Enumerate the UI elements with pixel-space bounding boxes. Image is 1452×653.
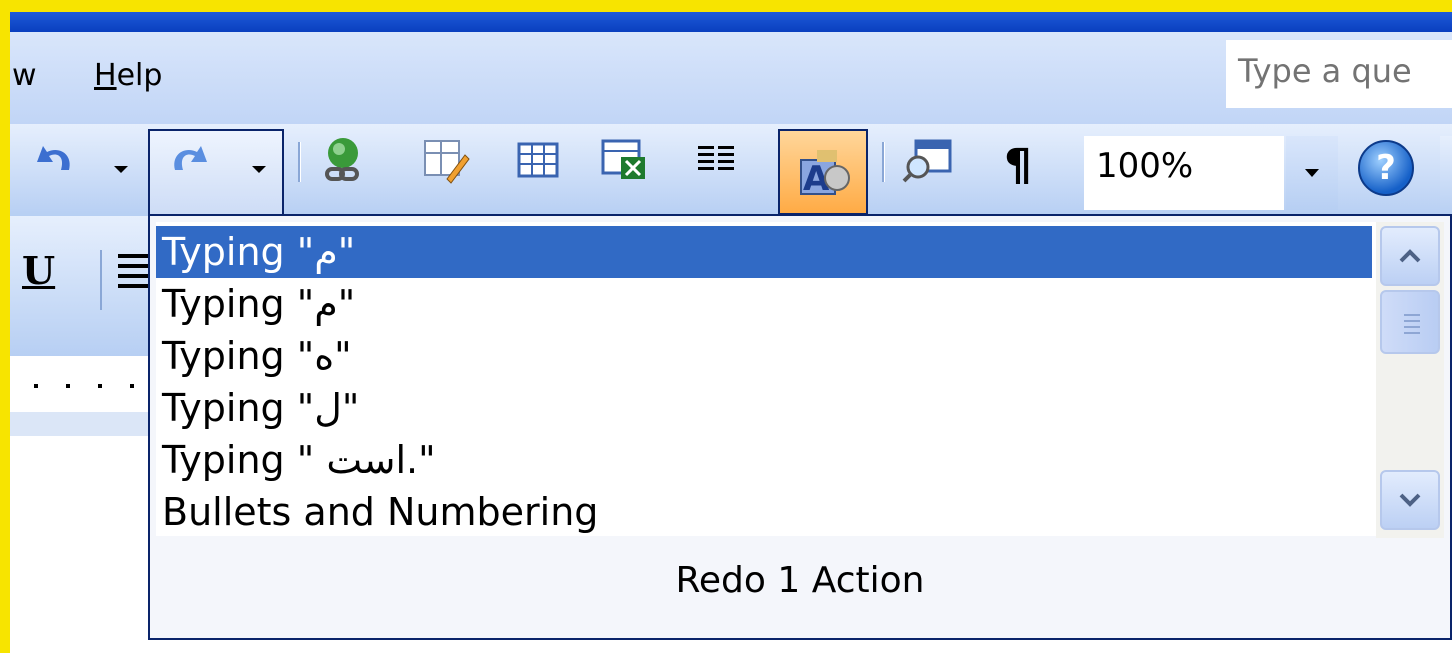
- list-scrollbar[interactable]: [1376, 222, 1444, 538]
- ruler-tick: [66, 384, 70, 388]
- insert-hyperlink-button[interactable]: [316, 132, 372, 188]
- ruler: [10, 356, 150, 412]
- undo-icon: [37, 146, 70, 170]
- zoom-field[interactable]: 100%: [1084, 136, 1284, 210]
- redo-dropdown-arrow[interactable]: [252, 166, 266, 173]
- scroll-down-button[interactable]: [1380, 470, 1440, 530]
- list-item[interactable]: Typing "ل": [156, 382, 1372, 434]
- window-frame-top: [0, 0, 1452, 12]
- document-map-icon: [902, 139, 952, 183]
- document-map-button[interactable]: [900, 132, 956, 188]
- excel-icon: [601, 139, 645, 179]
- title-bar: [10, 12, 1452, 32]
- redo-count-label: Redo 1 Action: [675, 560, 925, 601]
- menu-help[interactable]: Help: [94, 58, 162, 93]
- align-button[interactable]: [118, 254, 150, 302]
- ruler-band: [10, 412, 150, 436]
- table-icon: [517, 142, 559, 178]
- columns-button[interactable]: [688, 132, 744, 188]
- undo-button[interactable]: [28, 132, 84, 188]
- hyperlink-icon: [325, 138, 359, 181]
- ruler-tick: [98, 384, 102, 388]
- toolbar-overflow: [1440, 136, 1452, 216]
- toolbar-separator: [882, 142, 885, 182]
- insert-excel-worksheet-button[interactable]: [596, 132, 652, 188]
- styles-formatting-button[interactable]: A: [778, 129, 868, 215]
- list-item[interactable]: Typing " است.": [156, 434, 1372, 486]
- list-item[interactable]: Typing "ه": [156, 330, 1372, 382]
- columns-icon: [698, 146, 734, 170]
- scroll-up-button[interactable]: [1380, 226, 1440, 286]
- redo-action-list[interactable]: Typing "م" Typing "م" Typing "ه" Typing …: [156, 222, 1376, 536]
- show-hide-formatting-button[interactable]: ¶: [1004, 140, 1032, 191]
- zoom-dropdown-button[interactable]: [1286, 136, 1338, 210]
- help-button[interactable]: ?: [1358, 140, 1414, 196]
- window-frame-left: [0, 0, 10, 653]
- ruler-tick: [130, 384, 134, 388]
- grip-icon: [1404, 314, 1420, 338]
- ruler-tick: [34, 384, 38, 388]
- chevron-down-icon: [1305, 169, 1319, 177]
- ask-question-input[interactable]: Type a que: [1226, 40, 1452, 108]
- list-item[interactable]: Typing "م": [156, 278, 1372, 330]
- undo-dropdown-arrow[interactable]: [114, 166, 128, 173]
- help-icon: ?: [1376, 148, 1396, 188]
- underline-button[interactable]: U: [22, 248, 55, 293]
- toolbar-separator: [298, 142, 301, 182]
- styles-icon: A: [800, 150, 850, 198]
- chevron-up-icon: [1399, 249, 1421, 263]
- menu-view[interactable]: w: [12, 58, 37, 93]
- list-item[interactable]: Typing "م": [156, 226, 1372, 278]
- insert-table-button[interactable]: [510, 132, 566, 188]
- redo-button[interactable]: [160, 132, 216, 188]
- redo-icon: [174, 146, 207, 170]
- table-pencil-icon: [424, 140, 470, 184]
- list-item[interactable]: Bullets and Numbering: [156, 486, 1372, 538]
- scroll-thumb[interactable]: [1380, 290, 1440, 354]
- toolbar-separator: [100, 250, 102, 310]
- tables-borders-button[interactable]: [418, 132, 474, 188]
- chevron-down-icon: [1399, 493, 1421, 507]
